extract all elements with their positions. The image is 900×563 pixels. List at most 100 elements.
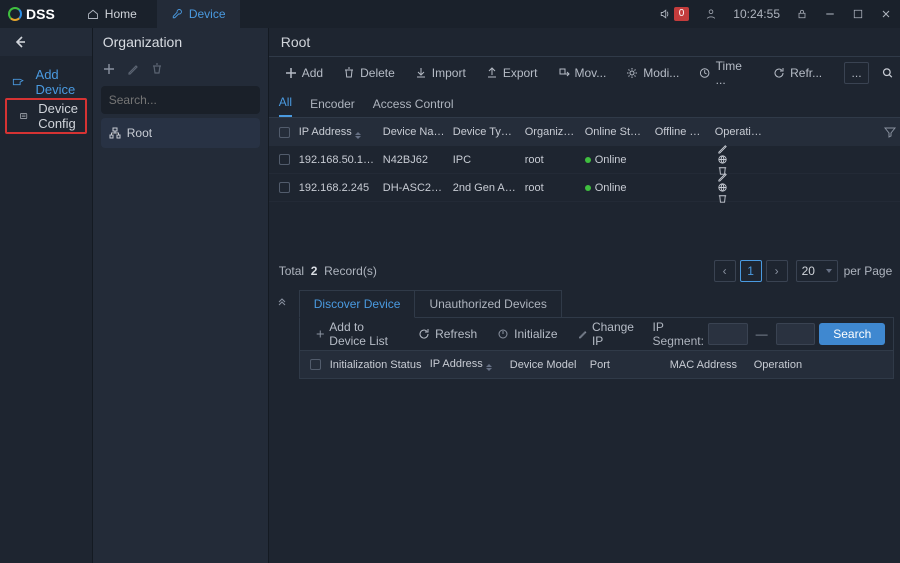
plus-icon[interactable]	[103, 63, 115, 75]
pencil-icon[interactable]	[127, 63, 139, 75]
org-icon	[109, 127, 121, 139]
checkbox-all[interactable]	[306, 359, 326, 370]
clock: 10:24:55	[733, 7, 780, 21]
back-button[interactable]	[0, 28, 92, 56]
col-type[interactable]: Device Type	[449, 126, 521, 138]
collapse-toggle[interactable]	[273, 294, 291, 312]
more-button[interactable]: ...	[844, 62, 869, 84]
modify-button[interactable]: Modi...	[618, 61, 687, 85]
collapse-icon	[276, 297, 288, 309]
col-org[interactable]: Organization	[521, 126, 581, 138]
nav-add-device[interactable]: Add Device	[0, 66, 92, 98]
export-icon	[486, 67, 498, 79]
ipsegment-from[interactable]	[708, 323, 748, 345]
delete-button[interactable]: Delete	[335, 61, 403, 85]
add-button[interactable]: Add	[277, 61, 331, 85]
trash-icon	[343, 67, 355, 79]
col-model[interactable]: Device Model	[506, 359, 586, 371]
checkbox-all[interactable]	[275, 127, 295, 138]
org-tree-root[interactable]: Root	[101, 118, 260, 148]
col-ip[interactable]: IP Address	[426, 358, 506, 371]
org-search-input[interactable]	[101, 93, 272, 107]
table-row[interactable]: 192.168.50.143 N42BJ62 IPC root Online	[269, 146, 900, 174]
tab-discover[interactable]: Discover Device	[299, 290, 416, 318]
user-menu[interactable]	[705, 8, 717, 20]
lock-icon	[796, 8, 808, 20]
maximize-icon	[852, 8, 864, 20]
minimize-button[interactable]	[824, 8, 836, 20]
tab-unauthorized[interactable]: Unauthorized Devices	[415, 290, 561, 318]
search-icon[interactable]	[881, 66, 894, 80]
pencil-icon	[578, 328, 587, 340]
camera-icon	[12, 75, 26, 89]
changeip-button[interactable]: Change IP	[570, 322, 645, 346]
filter-tab-encoder[interactable]: Encoder	[310, 97, 355, 117]
status-dot-icon	[585, 185, 591, 191]
tab-home-label: Home	[105, 7, 137, 21]
notifications[interactable]: 0	[659, 7, 690, 21]
browser-icon[interactable]	[717, 154, 728, 165]
pager-page[interactable]: 1	[740, 260, 762, 282]
nav-device-config[interactable]: Device Config	[7, 100, 85, 132]
minimize-icon	[824, 8, 836, 20]
col-reason[interactable]: Offline Reason	[651, 126, 711, 138]
move-icon	[558, 67, 570, 79]
row-operations	[711, 171, 767, 204]
pager-next[interactable]: ›	[766, 260, 788, 282]
col-mac[interactable]: MAC Address	[666, 359, 750, 371]
dash-icon: —	[756, 327, 768, 341]
pager-prev[interactable]: ‹	[714, 260, 736, 282]
close-button[interactable]	[880, 8, 892, 20]
browser-icon[interactable]	[717, 182, 728, 193]
col-operation: Operation	[750, 359, 820, 371]
maximize-button[interactable]	[852, 8, 864, 20]
arrow-left-icon	[12, 34, 28, 50]
refresh-icon	[773, 67, 785, 79]
import-icon	[415, 67, 427, 79]
pager-size-select[interactable]: 20	[796, 260, 838, 282]
addlist-button[interactable]: Add to Device List	[308, 322, 406, 346]
pager-perpage: per Page	[844, 264, 893, 278]
import-button[interactable]: Import	[407, 61, 474, 85]
disc-refresh-button[interactable]: Refresh	[410, 322, 485, 346]
pencil-icon[interactable]	[717, 143, 728, 154]
left-sidebar: Add Device Device Config	[0, 28, 93, 563]
col-operation: Operation	[711, 126, 767, 138]
org-toolbar	[93, 56, 268, 82]
refresh-icon	[418, 328, 430, 340]
filter-icon[interactable]	[884, 126, 896, 138]
plus-icon	[285, 67, 297, 79]
clock-text: 10:24:55	[733, 7, 780, 21]
move-button[interactable]: Mov...	[550, 61, 615, 85]
col-port[interactable]: Port	[586, 359, 666, 371]
discover-search-button[interactable]: Search	[819, 323, 885, 345]
user-icon	[705, 8, 717, 20]
filter-tabs: All Encoder Access Control	[269, 88, 900, 118]
ipsegment-to[interactable]	[776, 323, 816, 345]
filter-tab-access[interactable]: Access Control	[373, 97, 454, 117]
time-button[interactable]: Time ...	[691, 61, 761, 85]
export-button[interactable]: Export	[478, 61, 546, 85]
row-checkbox[interactable]	[275, 182, 295, 193]
notif-badge: 0	[674, 7, 690, 21]
nav-add-device-label: Add Device	[36, 67, 92, 97]
organization-panel: Organization Root	[93, 28, 269, 563]
col-ip[interactable]: IP Address	[295, 126, 379, 139]
row-checkbox[interactable]	[275, 154, 295, 165]
col-status[interactable]: Online Status	[581, 126, 651, 138]
tab-home[interactable]: Home	[73, 0, 151, 28]
nav-device-config-label: Device Config	[38, 101, 85, 131]
filter-tab-all[interactable]: All	[279, 95, 292, 117]
table-row[interactable]: 192.168.2.245 DH-ASC2204... 2nd Gen Acce…	[269, 174, 900, 202]
col-name[interactable]: Device Name	[379, 126, 449, 138]
col-init[interactable]: Initialization Status	[326, 359, 426, 371]
initialize-button[interactable]: Initialize	[489, 322, 565, 346]
trash-icon[interactable]	[151, 63, 163, 75]
lock-button[interactable]	[796, 8, 808, 20]
status-dot-icon	[585, 157, 591, 163]
org-search[interactable]	[101, 86, 260, 114]
home-icon	[87, 8, 99, 20]
tab-device[interactable]: Device	[157, 0, 240, 28]
refresh-button[interactable]: Refr...	[765, 61, 830, 85]
pencil-icon[interactable]	[717, 171, 728, 182]
